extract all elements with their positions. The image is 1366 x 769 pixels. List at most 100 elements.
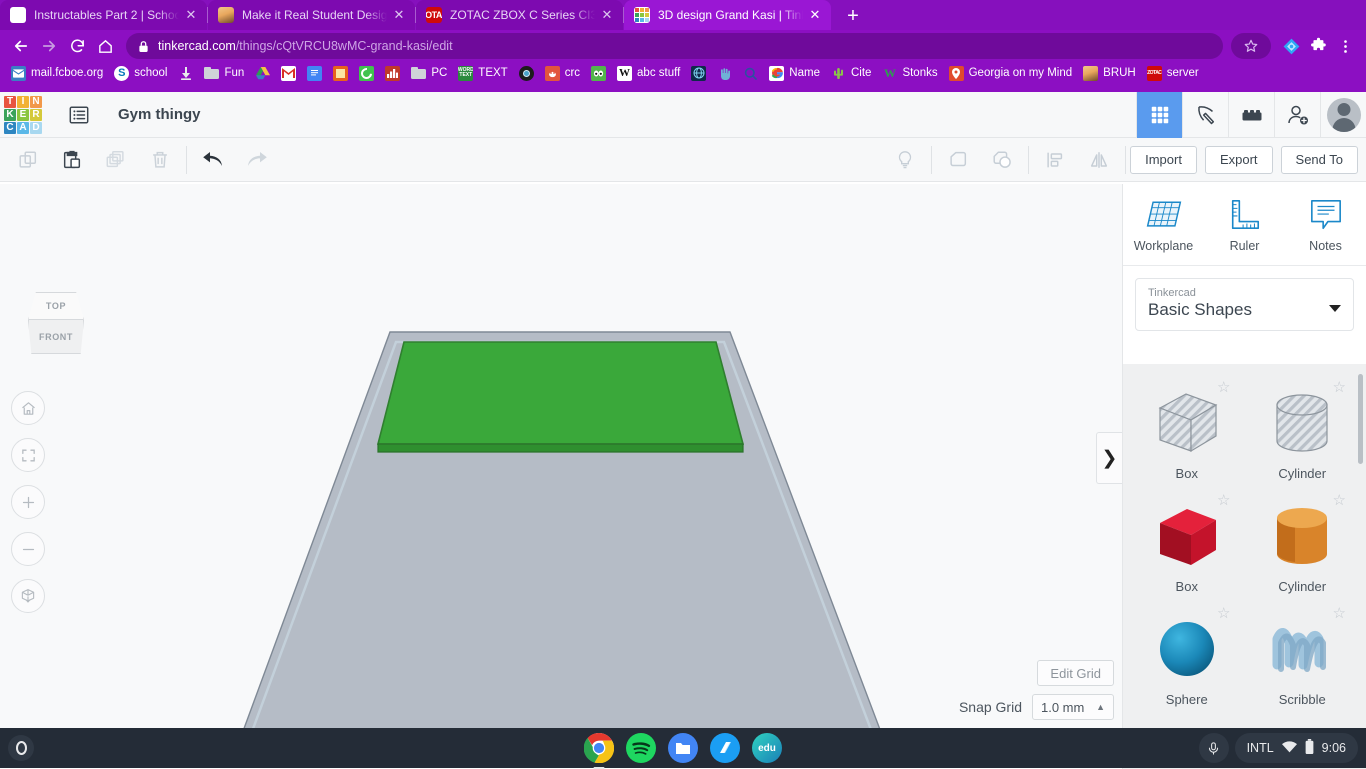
paste-icon[interactable] — [50, 138, 94, 182]
microphone-icon[interactable] — [1198, 733, 1229, 763]
copy-icon[interactable] — [6, 138, 50, 182]
user-avatar[interactable] — [1320, 91, 1366, 138]
bookmark-item[interactable] — [328, 64, 353, 83]
group-icon[interactable] — [936, 138, 980, 182]
back-button[interactable] — [8, 33, 34, 59]
fit-view-icon[interactable] — [11, 438, 45, 472]
design-canvas[interactable]: TOP FRONT ❯ Edit Grid Snap Grid 1.0 mm ▲ — [0, 184, 1122, 728]
lightbulb-icon[interactable] — [883, 138, 927, 182]
bookmark-star-icon[interactable] — [1231, 33, 1271, 59]
sidebar-tool-notes[interactable]: Notes — [1285, 198, 1366, 253]
shape-library-select[interactable]: Tinkercad Basic Shapes — [1135, 278, 1354, 331]
panel-collapse-toggle[interactable]: ❯ — [1096, 432, 1122, 484]
browser-tab[interactable]: S Instructables Part 2 | Schoology ✕ — [0, 0, 207, 30]
ortho-perspective-icon[interactable] — [11, 579, 45, 613]
snap-grid-select[interactable]: 1.0 mm ▲ — [1032, 694, 1114, 720]
spotify-app-icon[interactable] — [626, 733, 656, 763]
bookmark-item[interactable]: ZOTAC server — [1142, 64, 1204, 83]
align-icon[interactable] — [1033, 138, 1077, 182]
favorite-star-icon[interactable]: ☆ — [1333, 493, 1346, 508]
pickaxe-icon[interactable] — [1182, 91, 1228, 138]
shape-item-scribble[interactable]: ☆ Scribble — [1245, 600, 1361, 713]
add-person-icon[interactable] — [1274, 91, 1320, 138]
screencastify-app-icon[interactable] — [710, 733, 740, 763]
files-app-icon[interactable] — [668, 733, 698, 763]
view-cube[interactable]: TOP FRONT — [24, 292, 88, 354]
shape-item-box-hole[interactable]: ☆ Box — [1129, 374, 1245, 487]
bookmark-item[interactable] — [514, 64, 539, 83]
sidebar-tool-ruler[interactable]: Ruler — [1204, 198, 1285, 253]
bookmark-item[interactable] — [250, 64, 275, 83]
bookmark-item[interactable]: Georgia on my Mind — [944, 64, 1078, 83]
3d-scene[interactable] — [0, 184, 1122, 728]
home-view-icon[interactable] — [11, 391, 45, 425]
shape-item-cylinder-solid[interactable]: ☆ Cylinder — [1245, 487, 1361, 600]
bookmark-item[interactable] — [276, 64, 301, 83]
blocks-grid-icon[interactable] — [1136, 91, 1182, 138]
sidebar-tool-workplane[interactable]: Workplane — [1123, 198, 1204, 253]
bookmark-item[interactable] — [712, 64, 737, 83]
bookmark-item[interactable]: mail.fcboe.org — [6, 64, 108, 83]
bookmark-item[interactable] — [586, 64, 611, 83]
bookmark-item[interactable] — [686, 64, 711, 83]
bookmark-item[interactable] — [302, 64, 327, 83]
send-to-button[interactable]: Send To — [1280, 145, 1358, 174]
favorite-star-icon[interactable]: ☆ — [1217, 606, 1230, 621]
delete-icon[interactable] — [138, 138, 182, 182]
tab-close-icon[interactable]: ✕ — [599, 7, 615, 23]
bookmark-item[interactable]: Fun — [199, 64, 249, 83]
export-button[interactable]: Export — [1204, 145, 1273, 174]
favorite-star-icon[interactable]: ☆ — [1333, 606, 1346, 621]
bookmark-item[interactable] — [173, 64, 198, 83]
tab-close-icon[interactable]: ✕ — [807, 7, 823, 23]
lego-brick-icon[interactable] — [1228, 91, 1274, 138]
bookmark-item[interactable]: PC — [406, 64, 452, 83]
zoom-in-icon[interactable] — [11, 485, 45, 519]
shape-item-cylinder-hole[interactable]: ☆ Cylinder — [1245, 374, 1361, 487]
bookmark-item[interactable]: W abc stuff — [612, 64, 685, 83]
document-title[interactable]: Gym thingy — [118, 106, 201, 123]
edu-app-icon[interactable]: edu — [752, 733, 782, 763]
shape-item-sphere[interactable]: ☆ Sphere — [1129, 600, 1245, 713]
browser-tab[interactable]: ZOTAC ZOTAC ZBOX C Series CI325 nan ✕ — [416, 0, 623, 30]
bookmark-item[interactable]: Name — [764, 64, 825, 83]
tab-close-icon[interactable]: ✕ — [183, 7, 199, 23]
sidebar-scrollbar[interactable] — [1358, 374, 1363, 464]
forward-button[interactable] — [36, 33, 62, 59]
tab-close-icon[interactable]: ✕ — [391, 7, 407, 23]
favorite-star-icon[interactable]: ☆ — [1217, 493, 1230, 508]
status-tray[interactable]: INTL 9:06 — [1234, 733, 1358, 763]
bookmark-item[interactable]: crc — [540, 64, 585, 83]
tinkercad-logo-icon[interactable]: T I N K E R C A D — [4, 95, 42, 134]
bookmark-item[interactable]: WORD TEXT TEXT — [453, 64, 512, 83]
browser-tab-active[interactable]: 3D design Grand Kasi | Tinkercad ✕ — [624, 0, 831, 30]
diamond-extension-icon[interactable] — [1278, 33, 1304, 59]
address-bar[interactable]: tinkercad.com/things/cQtVRCU8wMC-grand-k… — [126, 33, 1223, 59]
import-button[interactable]: Import — [1130, 145, 1197, 174]
edit-grid-button[interactable]: Edit Grid — [1037, 660, 1114, 686]
bookmark-item[interactable] — [738, 64, 763, 83]
home-button[interactable] — [92, 33, 118, 59]
chrome-app-icon[interactable] — [584, 733, 614, 763]
mirror-icon[interactable] — [1077, 138, 1121, 182]
zoom-out-icon[interactable] — [11, 532, 45, 566]
reload-button[interactable] — [64, 33, 90, 59]
ungroup-icon[interactable] — [980, 138, 1024, 182]
list-menu-icon[interactable] — [56, 92, 102, 138]
chromeos-launcher[interactable] — [8, 735, 34, 761]
view-cube-front-face[interactable]: FRONT — [28, 320, 84, 354]
bookmark-item[interactable] — [354, 64, 379, 83]
kebab-menu-icon[interactable] — [1332, 33, 1358, 59]
undo-icon[interactable] — [191, 138, 235, 182]
bookmark-item[interactable]: BRUH — [1078, 64, 1141, 83]
bookmark-item[interactable]: Cite — [826, 64, 876, 83]
bookmark-item[interactable] — [380, 64, 405, 83]
favorite-star-icon[interactable]: ☆ — [1333, 380, 1346, 395]
view-cube-top-face[interactable]: TOP — [28, 292, 84, 320]
bookmark-item[interactable]: S school — [109, 64, 172, 83]
favorite-star-icon[interactable]: ☆ — [1217, 380, 1230, 395]
redo-icon[interactable] — [235, 138, 279, 182]
shape-item-box-solid[interactable]: ☆ Box — [1129, 487, 1245, 600]
puzzle-extension-icon[interactable] — [1305, 33, 1331, 59]
new-tab-button[interactable]: + — [839, 2, 867, 30]
